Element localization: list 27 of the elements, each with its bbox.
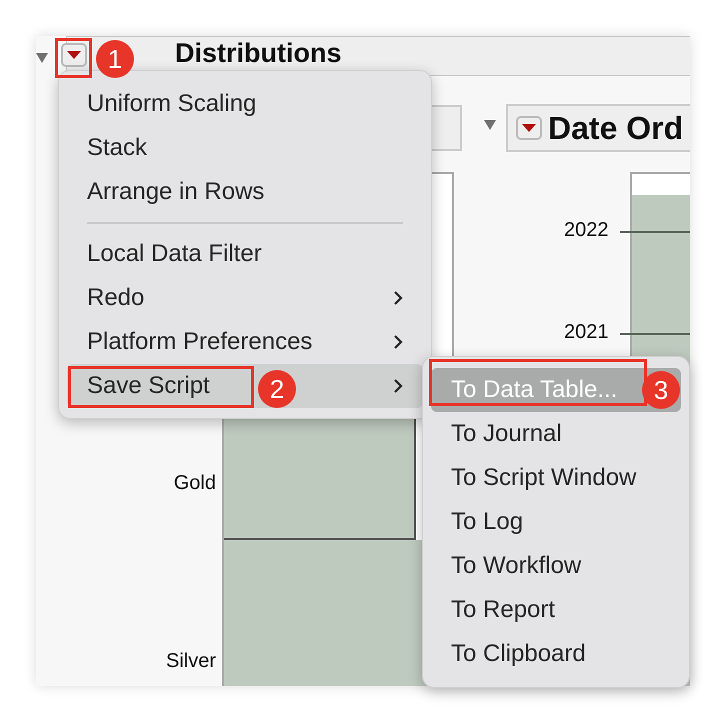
menu-item[interactable]: To Clipboard — [431, 632, 681, 676]
axis-label: 2022 — [564, 219, 608, 242]
axis-label: 2021 — [564, 321, 608, 344]
disclosure-triangle-icon[interactable] — [36, 53, 48, 63]
menu-item[interactable]: Local Data Filter — [67, 232, 423, 276]
menu-item[interactable]: Stack — [67, 126, 423, 170]
menu-item[interactable]: Platform Preferences — [67, 320, 423, 364]
tick-mark — [620, 333, 690, 335]
axis-label: Silver — [166, 650, 216, 673]
tick-mark — [620, 231, 690, 233]
menu-item[interactable]: Redo — [67, 276, 423, 320]
menu-item[interactable]: To Journal — [431, 412, 681, 456]
menu-item[interactable]: To Workflow — [431, 544, 681, 588]
menu-item[interactable]: To Script Window — [431, 456, 681, 500]
caret-icon — [522, 124, 536, 132]
dropdown-button[interactable] — [61, 43, 87, 67]
highlight-frame — [55, 38, 92, 78]
caret-icon — [67, 51, 81, 59]
dropdown-button[interactable] — [516, 116, 542, 140]
menu-item[interactable]: Arrange in Rows — [67, 170, 423, 214]
menu-item[interactable]: Uniform Scaling — [67, 82, 423, 126]
disclosure-triangle-icon[interactable] — [484, 120, 496, 130]
axis-label: Gold — [174, 472, 216, 495]
menu-item[interactable]: To Report — [431, 588, 681, 632]
panel-title: Date Ord — [548, 110, 684, 146]
report-title: Distributions — [175, 38, 342, 68]
menu-item[interactable]: To Log — [431, 500, 681, 544]
